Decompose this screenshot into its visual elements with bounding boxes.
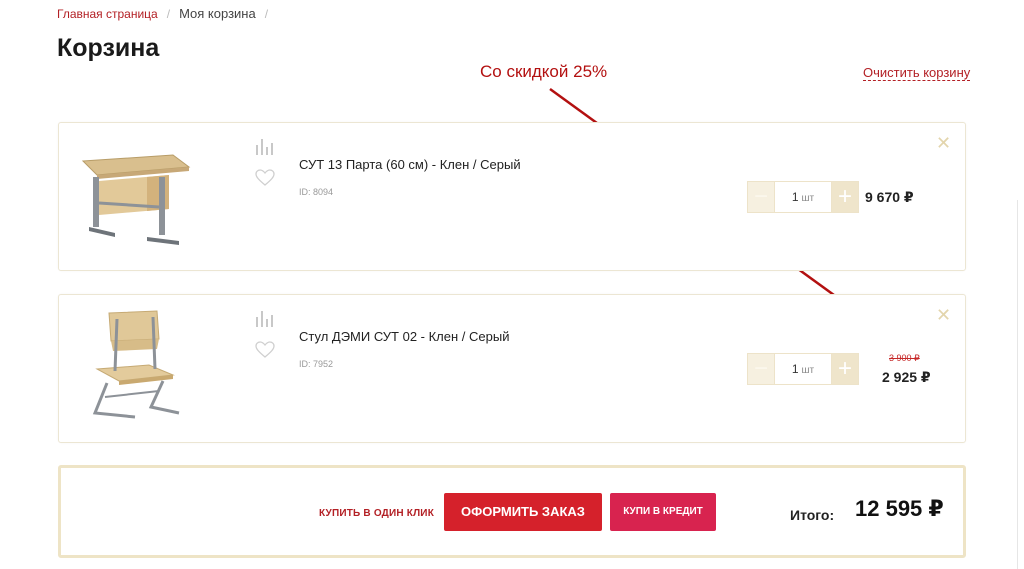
quantity-increase-button[interactable]: + xyxy=(831,181,859,213)
total-value: 12 595 ₽ xyxy=(855,496,944,521)
heart-icon[interactable] xyxy=(255,169,275,187)
quantity-stepper: − 1 шт + xyxy=(747,353,859,385)
scrollbar[interactable] xyxy=(1017,200,1024,569)
quantity-field[interactable]: 1 шт xyxy=(775,181,831,213)
close-icon[interactable]: ✕ xyxy=(936,133,951,153)
item-price: 2 925 ₽ xyxy=(882,369,931,385)
quantity-increase-button[interactable]: + xyxy=(831,353,859,385)
quantity-unit: шт xyxy=(801,193,815,204)
buy-one-click-link[interactable]: КУПИТЬ В ОДИН КЛИК xyxy=(319,508,434,519)
buy-on-credit-button[interactable]: КУПИ В КРЕДИТ xyxy=(610,493,716,531)
page-title: Корзина xyxy=(57,34,160,62)
quantity-value: 1 xyxy=(791,362,799,376)
product-id: ID: 8094 xyxy=(299,187,334,197)
total-label: Итого: xyxy=(790,507,835,523)
quantity-field[interactable]: 1 шт xyxy=(775,353,831,385)
item-price: 9 670 ₽ xyxy=(865,189,914,205)
chair-image xyxy=(75,309,199,427)
place-order-button[interactable]: ОФОРМИТЬ ЗАКАЗ xyxy=(444,493,602,531)
checkout-panel: КУПИТЬ В ОДИН КЛИК ОФОРМИТЬ ЗАКАЗ КУПИ В… xyxy=(58,465,966,558)
close-icon[interactable]: ✕ xyxy=(936,305,951,325)
breadcrumb: Главная страница / Моя корзина / xyxy=(57,6,277,21)
quantity-value: 1 xyxy=(791,190,799,204)
product-id: ID: 7952 xyxy=(299,359,334,369)
breadcrumb-home-link[interactable]: Главная страница xyxy=(57,7,158,21)
cart-item: СУТ 13 Парта (60 см) - Клен / Серый ID: … xyxy=(58,122,966,271)
heart-icon[interactable] xyxy=(255,341,275,359)
breadcrumb-separator: / xyxy=(166,6,171,21)
cart-item: Стул ДЭМИ СУТ 02 - Клен / Серый ID: 7952… xyxy=(58,294,966,443)
product-name[interactable]: Стул ДЭМИ СУТ 02 - Клен / Серый xyxy=(299,329,509,344)
quantity-decrease-button[interactable]: − xyxy=(747,353,775,385)
clear-cart-link[interactable]: Очистить корзину xyxy=(863,65,971,81)
old-price: 3 900 ₽ xyxy=(889,353,920,363)
breadcrumb-current: Моя корзина xyxy=(179,6,256,21)
bar-chart-icon[interactable] xyxy=(255,137,273,155)
breadcrumb-separator: / xyxy=(264,6,269,21)
quantity-decrease-button[interactable]: − xyxy=(747,181,775,213)
bar-chart-icon[interactable] xyxy=(255,309,273,327)
quantity-stepper: − 1 шт + xyxy=(747,181,859,213)
product-name[interactable]: СУТ 13 Парта (60 см) - Клен / Серый xyxy=(299,157,521,172)
quantity-unit: шт xyxy=(801,365,815,376)
discount-annotation: Со скидкой 25% xyxy=(480,62,608,81)
desk-image xyxy=(75,137,199,255)
